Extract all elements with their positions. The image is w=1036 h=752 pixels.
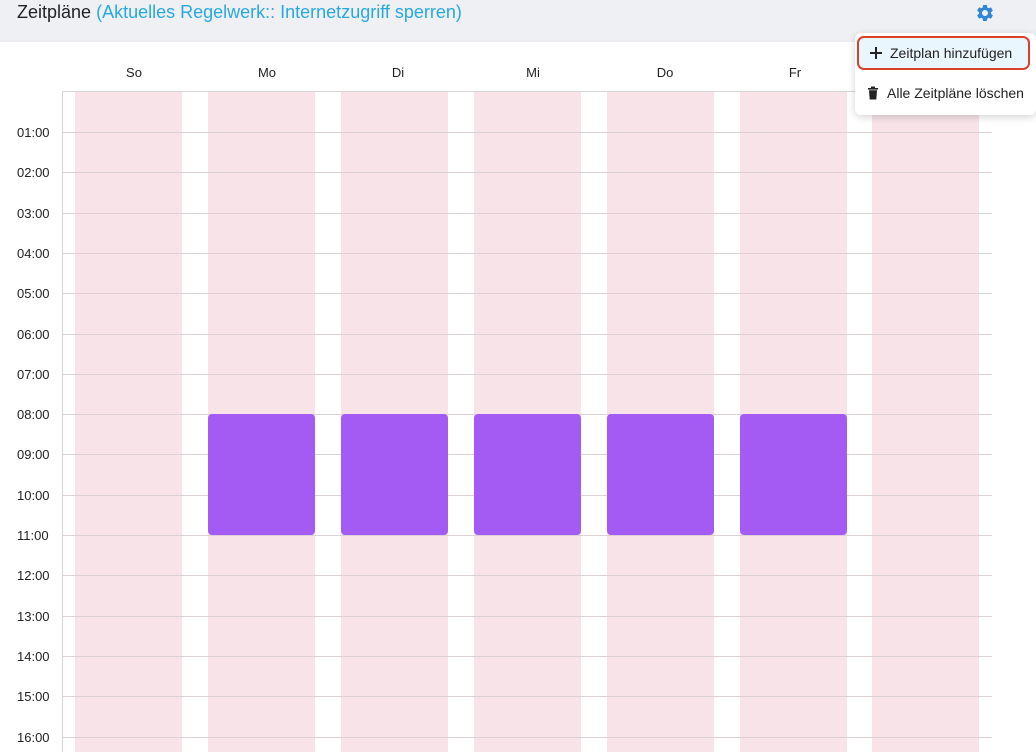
hour-gridline — [62, 696, 992, 697]
hour-label: 05:00 — [17, 286, 50, 301]
schedule-block-fr[interactable] — [740, 414, 847, 535]
day-header-fr: Fr — [788, 65, 802, 80]
hour-gridline — [62, 737, 992, 738]
hour-label: 06:00 — [17, 327, 50, 342]
gear-icon[interactable] — [975, 3, 995, 23]
title-text: Zeitpläne — [17, 2, 92, 22]
settings-dropdown-menu: Zeitplan hinzufügen Alle Zeitpläne lösch… — [855, 33, 1036, 115]
add-schedule-label: Zeitplan hinzufügen — [890, 45, 1013, 61]
hour-gridline — [62, 656, 992, 657]
delete-all-label: Alle Zeitpläne löschen — [887, 85, 1024, 101]
hour-gridline — [62, 293, 992, 294]
hour-gridline — [62, 334, 992, 335]
add-schedule-menu-item[interactable]: Zeitplan hinzufügen — [857, 36, 1030, 70]
day-header-mi: Mi — [526, 65, 540, 80]
day-header-mo: Mo — [257, 65, 277, 80]
day-header-so: So — [126, 65, 142, 80]
hour-gridline — [62, 253, 992, 254]
hour-label: 04:00 — [17, 246, 50, 261]
plus-icon — [870, 47, 882, 59]
hour-label: 10:00 — [17, 488, 50, 503]
hour-label: 08:00 — [17, 407, 50, 422]
hour-label: 11:00 — [17, 528, 49, 543]
ruleset-subtitle: (Aktuelles Regelwerk:: Internetzugriff s… — [96, 2, 462, 22]
hour-label: 13:00 — [17, 609, 50, 624]
hour-label: 07:00 — [17, 367, 50, 382]
hour-label: 12:00 — [17, 568, 50, 583]
hour-gridline — [62, 132, 992, 133]
day-column-so[interactable] — [75, 92, 182, 752]
hour-label: 01:00 — [17, 125, 50, 140]
hour-label: 16:00 — [17, 730, 50, 745]
hour-gridline — [62, 535, 992, 536]
schedule-block-di[interactable] — [341, 414, 448, 535]
hour-label: 02:00 — [17, 165, 50, 180]
schedule-block-mo[interactable] — [208, 414, 315, 535]
hour-label: 14:00 — [17, 649, 50, 664]
day-header-di: Di — [391, 65, 405, 80]
hour-gridline — [62, 374, 992, 375]
hour-gridline — [62, 575, 992, 576]
hour-label: 09:00 — [17, 447, 50, 462]
hour-gridline — [62, 213, 992, 214]
day-column-sa[interactable] — [872, 92, 979, 752]
day-header-do: Do — [656, 65, 674, 80]
hour-label: 03:00 — [17, 206, 50, 221]
hour-label: 15:00 — [17, 689, 50, 704]
trash-icon — [868, 86, 878, 100]
hour-gridline — [62, 172, 992, 173]
hour-gridline — [62, 616, 992, 617]
schedule-block-mi[interactable] — [474, 414, 581, 535]
page-title: Zeitpläne (Aktuelles Regelwerk:: Interne… — [17, 2, 462, 23]
schedule-block-do[interactable] — [607, 414, 714, 535]
delete-all-schedules-menu-item[interactable]: Alle Zeitpläne löschen — [855, 76, 1036, 110]
